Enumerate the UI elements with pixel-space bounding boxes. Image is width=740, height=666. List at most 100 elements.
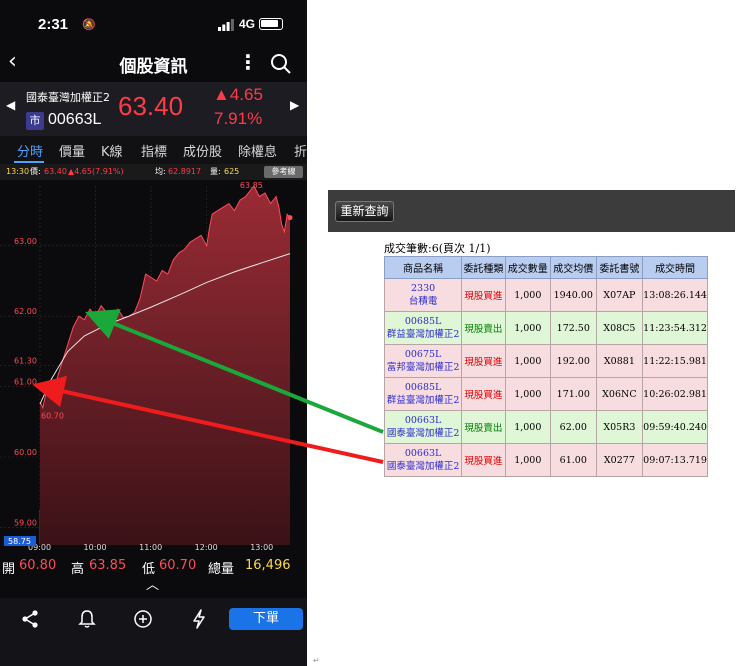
open-label: 開 [2,562,16,577]
network-type: 4G [239,17,256,31]
tab-more[interactable]: 折 [294,141,307,160]
high-value: 63.85 [89,558,127,573]
tab-constituents[interactable]: 成份股 [183,141,222,160]
info-volume: 625 [224,167,240,176]
page-title: 個股資訊 [119,57,188,76]
cell-order-type: 現股買進 [461,344,506,378]
y-tick-label: 61.30 [14,357,37,366]
cell-product: 00685L 群益臺灣加權正2 [383,311,463,345]
previous-stock-icon[interactable]: ◀ [6,98,15,112]
next-stock-icon[interactable]: ▶ [290,98,299,112]
cell-avg-price: 171.00 [549,377,597,411]
y-tick-label: 60.00 [14,448,37,457]
reference-line-button[interactable]: 參考線 [264,166,303,178]
col-header-order-no: 委託書號 [595,256,644,279]
price-change-percent: 7.91% [214,109,263,128]
x-tick-label: 10:00 [84,543,107,552]
tab-intraday[interactable]: 分時 [17,141,43,160]
trade-records-table: 商品名稱 委託種類 成交數量 成交均價 委託書號 成交時間 2330 台積電 現股… [383,256,708,477]
place-order-button[interactable]: 下單 [229,608,303,630]
tab-dividends[interactable]: 除權息 [238,141,277,160]
high-label: 高 [71,562,85,577]
price-change: ▲4.65 [213,85,263,104]
last-price-dot [287,215,293,221]
cell-product: 00663L 國泰臺灣加權正2 [383,410,463,444]
total-volume-label: 總量 [208,562,235,577]
table-row: 00675L 富邦臺灣加權正2 現股買進 1,000 192.00 X0881 1… [383,344,708,378]
product-code: 00685L [404,316,442,327]
flash-icon[interactable] [188,608,210,630]
quote-header: ◀ 國泰臺灣加權正2 市 00663L 63.40 ▲4.65 7.91% ▶ [0,82,307,136]
cell-order-no: X07AP [595,278,644,312]
product-name: 台積電 [408,296,438,307]
stock-name: 國泰臺灣加權正2 [26,91,110,104]
cell-order-no: X08C5 [595,311,644,345]
y-tick-label: 63.00 [14,237,37,246]
low-value: 60.70 [159,558,197,573]
tab-price-volume[interactable]: 價量 [59,141,85,160]
mute-bell-icon: 🔕 [82,18,96,31]
cell-time: 10:26:02.981 [642,377,708,411]
info-time: 13:30 [6,167,30,176]
cell-quantity: 1,000 [504,311,551,345]
signal-icon [218,19,234,31]
cell-order-no: X0881 [595,344,644,378]
intraday-chart[interactable]: 63.0062.0061.3061.0060.0059.00 09:00 10:0… [0,180,307,555]
day-low-label: 60.70 [41,412,64,421]
x-tick-label: 13:00 [250,543,273,552]
cell-avg-price: 61.00 [549,443,597,477]
table-row: 00685L 群益臺灣加權正2 現股買進 1,000 171.00 X06NC 1… [383,377,708,411]
chevron-up-icon[interactable]: ︿ [146,574,159,593]
cell-product: 00685L 群益臺灣加權正2 [383,377,463,411]
y-tick-label: 61.00 [14,378,37,387]
y-axis-labels: 63.00 62.00 61.30 61.00 60.00 59.00 [14,237,37,528]
search-icon[interactable] [270,53,292,75]
col-header-product: 商品名稱 [383,256,463,279]
cell-quantity: 1,000 [504,443,551,477]
product-name: 富邦臺灣加權正2 [386,362,460,373]
status-bar: 2:31 🔕 4G [0,0,307,44]
tab-bar: 分時 價量 K線 指標 成份股 除權息 折 [0,136,307,164]
cell-order-type: 現股賣出 [461,311,506,345]
table-row: 00685L 群益臺灣加權正2 現股賣出 1,000 172.50 X08C5 1… [383,311,708,345]
cell-quantity: 1,000 [504,278,551,312]
info-change: ▲4.65(7.91%) [68,167,124,176]
trade-count-summary: 成交筆數:6(頁次 1/1) [384,242,491,255]
tab-kline[interactable]: K線 [101,141,123,160]
stock-code: 00663L [48,111,102,128]
cell-order-no: X05R3 [595,410,644,444]
cell-order-type: 現股賣出 [461,410,506,444]
cell-avg-price: 172.50 [549,311,597,345]
price-area [40,186,290,545]
info-price-label: 價: [30,167,41,176]
col-header-avg-price: 成交均價 [549,256,597,279]
table-row: 2330 台積電 現股買進 1,000 1940.00 X07AP 13:08:2… [383,278,708,312]
y-tick-label: 62.00 [14,307,37,316]
intraday-info-strip: 13:30 價: 63.40 ▲4.65(7.91%) 均: 62.8917 量… [0,164,307,180]
stock-price: 63.40 [118,91,184,121]
y-tick-label: 59.00 [14,518,37,527]
cell-time: 13:08:26.144 [642,278,708,312]
cell-product: 00663L 國泰臺灣加權正2 [383,443,463,477]
tab-indicators[interactable]: 指標 [141,141,167,160]
market-badge: 市 [26,112,44,130]
base-price-label: 58.75 [8,537,31,546]
cell-order-type: 現股買進 [461,443,506,477]
cell-avg-price: 62.00 [549,410,597,444]
col-header-time: 成交時間 [642,256,708,279]
info-avg-label: 均: [155,167,166,176]
day-high-label: 63.85 [240,181,263,190]
cell-avg-price: 1940.00 [549,278,597,312]
requery-button[interactable]: 重新查詢 [335,201,394,222]
cell-time: 09:07:13.719 [642,443,708,477]
col-header-quantity: 成交數量 [504,256,551,279]
cell-product: 00675L 富邦臺灣加權正2 [383,344,463,378]
add-circle-icon[interactable] [132,608,154,630]
more-vertical-icon[interactable]: ⋮ [238,50,258,74]
battery-icon [259,18,283,30]
share-icon[interactable] [19,608,41,630]
stock-app-screen: 2:31 🔕 4G ‹ 個股資訊 ⋮ ◀ 國泰臺灣加權正2 市 00663L 6… [0,0,307,666]
bell-icon[interactable] [76,608,98,630]
cell-time: 11:22:15.981 [642,344,708,378]
cell-order-no: X0277 [595,443,644,477]
